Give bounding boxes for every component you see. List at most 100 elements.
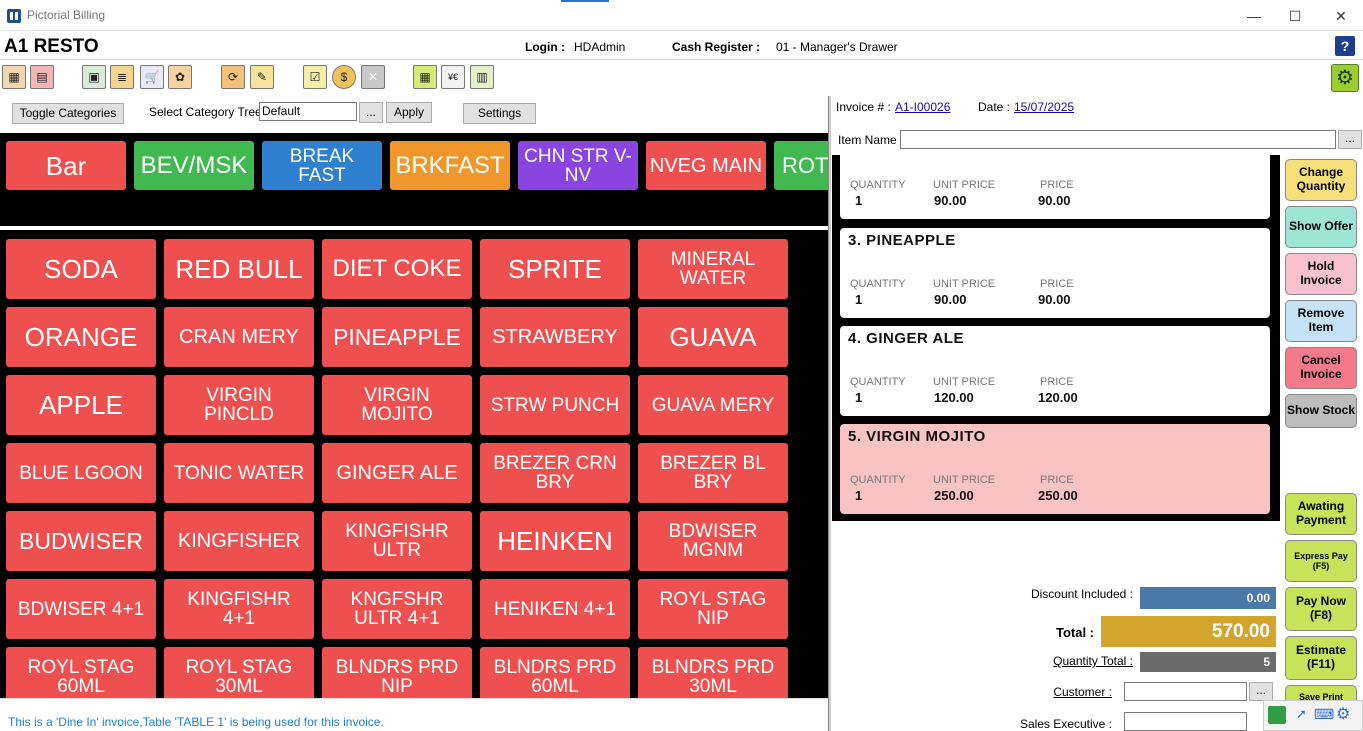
item-button[interactable]: ROYL STAG NIP — [638, 579, 788, 639]
quantity-total-link[interactable]: Quantity Total : — [1000, 654, 1133, 668]
report-icon[interactable]: ≣ — [110, 65, 134, 89]
category-break-fast[interactable]: BREAK FAST — [262, 141, 382, 190]
cancel-invoice-button[interactable]: Cancel Invoice — [1285, 347, 1357, 389]
item-button[interactable]: DIET COKE — [322, 239, 472, 299]
item-button[interactable]: BLNDRS PRD 30ML — [638, 647, 788, 698]
item-button[interactable]: ROYL STAG 30ML — [164, 647, 314, 698]
item-button[interactable]: KINGFISHER — [164, 511, 314, 571]
pointer-tray-icon[interactable]: ➚ — [1296, 706, 1307, 722]
show-offer-button[interactable]: Show Offer — [1285, 206, 1357, 248]
status-bar: This is a 'Dine In' invoice,Table 'TABLE… — [0, 698, 828, 731]
panel-splitter[interactable] — [828, 96, 831, 731]
toggle-categories-button[interactable]: Toggle Categories — [12, 103, 124, 124]
settings-tray-icon[interactable]: ⚙ — [1336, 704, 1350, 724]
item-button[interactable]: ORANGE — [6, 307, 156, 367]
unit-price-header: UNIT PRICE — [933, 179, 996, 191]
item-button[interactable]: VIRGIN MOJITO — [322, 375, 472, 435]
category-bar[interactable]: Bar — [6, 141, 126, 190]
edit-note-icon[interactable]: ✎ — [250, 65, 274, 89]
app-tray-icon[interactable] — [1268, 706, 1286, 724]
item-button[interactable]: KNGFSHR ULTR 4+1 — [322, 579, 472, 639]
dashboard-icon[interactable]: ▤ — [30, 65, 54, 89]
item-button[interactable]: HENIKEN 4+1 — [480, 579, 630, 639]
line-price: 250.00 — [1038, 488, 1078, 503]
item-button[interactable]: CRAN MERY — [164, 307, 314, 367]
grid-icon[interactable]: ▦ — [2, 65, 26, 89]
category-chn-str-v-nv[interactable]: CHN STR V-NV — [518, 141, 638, 190]
item-button[interactable]: SPRITE — [480, 239, 630, 299]
remove-item-button[interactable]: Remove Item — [1285, 300, 1357, 342]
pay-now-button[interactable]: Pay Now (F8) — [1285, 587, 1357, 631]
item-button[interactable]: SODA — [6, 239, 156, 299]
currency-icon[interactable]: ¥€ — [441, 65, 465, 89]
monitor-edit-icon[interactable]: ▣ — [82, 65, 106, 89]
category-bev-msk[interactable]: BEV/MSK — [134, 141, 254, 190]
receipt-icon[interactable]: ▥ — [470, 65, 494, 89]
customer-browse-button[interactable]: ... — [1249, 682, 1273, 701]
express-pay-button[interactable]: Express Pay (F5) — [1285, 540, 1357, 582]
item-button[interactable]: ROYL STAG 60ML — [6, 647, 156, 698]
close-button[interactable]: ✕ — [1331, 6, 1351, 26]
gift-icon[interactable]: ✿ — [168, 65, 192, 89]
item-button[interactable]: BUDWISER — [6, 511, 156, 571]
invoice-number-link[interactable]: A1-I00026 — [895, 100, 950, 114]
item-button[interactable]: GUAVA — [638, 307, 788, 367]
item-button[interactable]: MINERAL WATER — [638, 239, 788, 299]
item-button[interactable]: KINGFISHR ULTR — [322, 511, 472, 571]
item-button[interactable]: BLNDRS PRD 60ML — [480, 647, 630, 698]
discount-icon[interactable]: $ — [332, 65, 356, 89]
refresh-icon[interactable]: ⟳ — [221, 65, 245, 89]
category-rot[interactable]: ROT — [774, 141, 828, 190]
invoice-line[interactable]: 3. PINEAPPLE QUANTITY UNIT PRICE PRICE 1… — [840, 228, 1270, 318]
help-icon[interactable]: ? — [1335, 36, 1355, 56]
invoice-line-selected[interactable]: 5. VIRGIN MOJITO QUANTITY UNIT PRICE PRI… — [840, 424, 1270, 514]
category-tree-browse-button[interactable]: ... — [359, 102, 383, 123]
item-button[interactable]: RED BULL — [164, 239, 314, 299]
cart-icon[interactable]: 🛒 — [140, 65, 164, 89]
item-button[interactable]: GUAVA MERY — [638, 375, 788, 435]
item-button[interactable]: PINEAPPLE — [322, 307, 472, 367]
minimize-button[interactable]: — — [1244, 6, 1264, 26]
keyboard-tray-icon[interactable]: ⌨ — [1314, 706, 1334, 723]
settings-button[interactable]: Settings — [463, 103, 536, 124]
item-button[interactable]: VIRGIN PINCLD — [164, 375, 314, 435]
maximize-button[interactable]: ☐ — [1285, 6, 1305, 26]
item-button[interactable]: BLNDRS PRD NIP — [322, 647, 472, 698]
estimate-button[interactable]: Estimate (F11) — [1285, 636, 1357, 680]
show-stock-button[interactable]: Show Stock — [1285, 394, 1357, 428]
item-button[interactable]: KINGFISHR 4+1 — [164, 579, 314, 639]
item-button[interactable]: TONIC WATER — [164, 443, 314, 503]
item-button[interactable]: BLUE LGOON — [6, 443, 156, 503]
customer-link[interactable]: Customer : — [1000, 685, 1112, 699]
quantity-header: QUANTITY — [850, 474, 906, 486]
void-icon[interactable]: ✕ — [361, 65, 385, 89]
item-button[interactable]: BREZER BL BRY — [638, 443, 788, 503]
item-button[interactable]: BDWISER MGNM — [638, 511, 788, 571]
category-nveg-main[interactable]: NVEG MAIN — [646, 141, 766, 190]
customer-input[interactable] — [1124, 682, 1247, 701]
calculator-icon[interactable]: ▦ — [413, 65, 437, 89]
change-quantity-button[interactable]: Change Quantity — [1285, 159, 1357, 201]
item-button[interactable]: BREZER CRN BRY — [480, 443, 630, 503]
item-button[interactable]: APPLE — [6, 375, 156, 435]
awaiting-payment-button[interactable]: Awating Payment — [1285, 493, 1357, 535]
item-name-input[interactable] — [900, 130, 1336, 149]
sales-executive-input[interactable] — [1124, 712, 1247, 731]
checklist-icon[interactable]: ☑ — [303, 65, 327, 89]
category-brkfast[interactable]: BRKFAST — [390, 141, 510, 190]
settings-gear-icon[interactable]: ⚙ — [1331, 64, 1359, 92]
item-button[interactable]: STRW PUNCH — [480, 375, 630, 435]
status-message: This is a 'Dine In' invoice,Table 'TABLE… — [8, 715, 384, 729]
category-tree-input[interactable]: Default — [259, 102, 357, 121]
item-button[interactable]: HEINKEN — [480, 511, 630, 571]
item-button[interactable]: GINGER ALE — [322, 443, 472, 503]
app-logo-icon — [7, 9, 21, 23]
invoice-date-link[interactable]: 15/07/2025 — [1014, 100, 1074, 114]
item-name-browse-button[interactable]: ... — [1338, 130, 1362, 149]
item-button[interactable]: BDWISER 4+1 — [6, 579, 156, 639]
invoice-line[interactable]: 4. GINGER ALE QUANTITY UNIT PRICE PRICE … — [840, 326, 1270, 416]
apply-button[interactable]: Apply — [386, 102, 432, 123]
item-button[interactable]: STRAWBERY — [480, 307, 630, 367]
invoice-line[interactable]: QUANTITY UNIT PRICE PRICE 1 90.00 90.00 — [840, 155, 1270, 219]
hold-invoice-button[interactable]: Hold Invoice — [1285, 253, 1357, 295]
